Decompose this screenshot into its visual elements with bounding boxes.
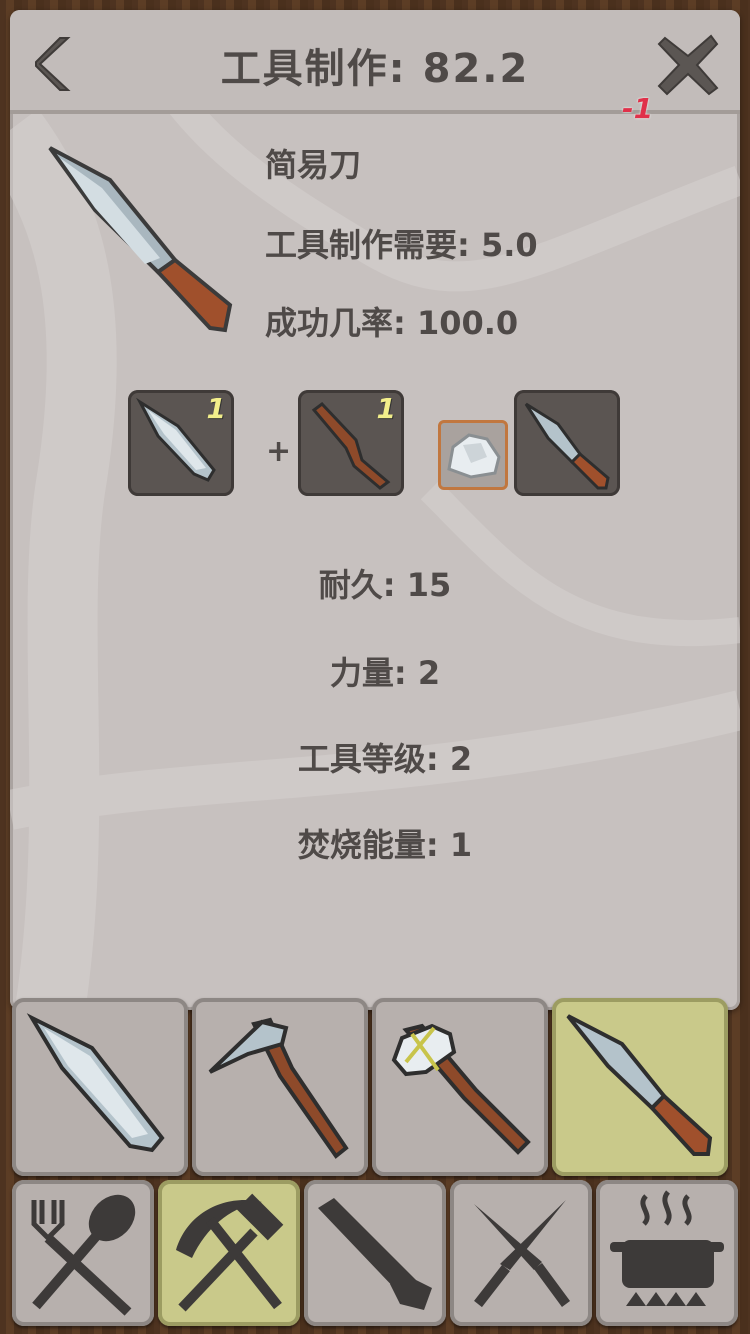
- recipe-card-stone-pick[interactable]: [192, 998, 368, 1176]
- tab-weapons[interactable]: [450, 1180, 592, 1326]
- stat-burn-energy: 焚烧能量: 1: [297, 826, 473, 864]
- stat-strength: 力量: 2: [329, 654, 441, 692]
- stone-hammer-icon: [391, 1023, 531, 1155]
- stone-pick-icon: [208, 1017, 349, 1159]
- back-button[interactable]: [30, 34, 74, 94]
- item-preview-image: [40, 140, 240, 340]
- page-title: 工具制作: 82.2: [220, 46, 530, 92]
- tab-tools[interactable]: [158, 1180, 300, 1326]
- stat-tool-level: 工具等级: 2: [297, 740, 473, 778]
- item-name: 简易刀: [265, 146, 362, 184]
- fork-spoon-icon: [31, 1194, 136, 1316]
- cooking-pot-icon: [610, 1190, 724, 1306]
- simple-knife-icon: [524, 402, 610, 490]
- simple-knife-icon: [566, 1014, 713, 1156]
- recipe-card-stone-hammer[interactable]: [372, 998, 548, 1176]
- stat-durability: 耐久: 15: [318, 566, 452, 604]
- ingredient-slot[interactable]: 1: [298, 390, 404, 496]
- ingredient-slot[interactable]: 1: [128, 390, 234, 496]
- rock-icon: [447, 433, 501, 479]
- ingredient-count: 1: [206, 392, 226, 425]
- skill-requirement: 工具制作需要: 5.0: [265, 226, 538, 264]
- recipe-card-stone-blade[interactable]: [12, 998, 188, 1176]
- crafting-panel: 工具制作: 82.2 -1 简易刀 工具制作需要: 5.0 成功几率: 100.…: [10, 10, 740, 1010]
- tool-slot[interactable]: [438, 420, 508, 490]
- close-icon: [657, 34, 719, 96]
- tab-cooking[interactable]: [596, 1180, 738, 1326]
- recipe-card-simple-knife[interactable]: [552, 998, 728, 1176]
- pick-hammer-icon: [176, 1193, 284, 1312]
- plus-sign: +: [266, 434, 292, 469]
- tab-saws[interactable]: [304, 1180, 446, 1326]
- chevron-left-icon: [35, 37, 71, 91]
- ingredient-count: 1: [376, 392, 396, 425]
- stone-blade-icon: [26, 1013, 165, 1153]
- crossed-knives-icon: [474, 1200, 571, 1308]
- success-rate: 成功几率: 100.0: [265, 304, 519, 342]
- floating-change-indicator: -1: [622, 92, 654, 125]
- simple-knife-icon: [48, 146, 233, 333]
- result-slot[interactable]: [514, 390, 620, 496]
- saw-icon: [318, 1198, 432, 1310]
- tab-food[interactable]: [12, 1180, 154, 1326]
- close-button[interactable]: [655, 32, 721, 98]
